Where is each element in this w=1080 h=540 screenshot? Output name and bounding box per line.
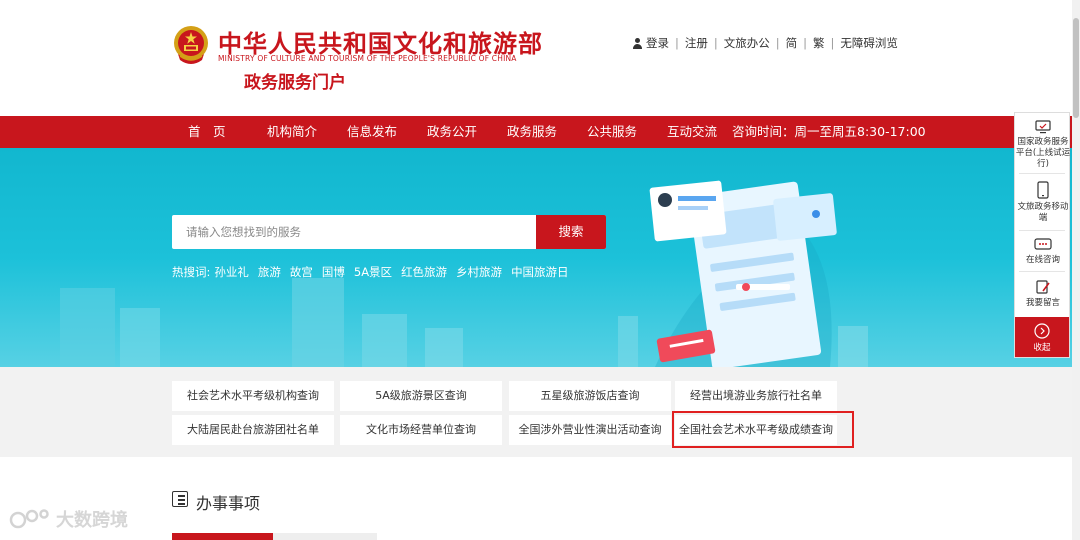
float-item-label: 在线咨询 bbox=[1025, 255, 1060, 265]
site-subtitle: MINISTRY OF CULTURE AND TOURISM OF THE P… bbox=[218, 54, 517, 63]
hot-word[interactable]: 中国旅游日 bbox=[511, 264, 569, 280]
service-hours: 咨询时间：周一至周五8:30-17:00 bbox=[732, 124, 926, 139]
watermark: 大数跨境 bbox=[8, 506, 128, 532]
quick-link-culture-market[interactable]: 文化市场经营单位查询 bbox=[340, 415, 502, 445]
separator: | bbox=[830, 36, 835, 50]
hot-word[interactable]: 乡村旅游 bbox=[456, 264, 502, 280]
nav-item-disclosure[interactable]: 政务公开 bbox=[427, 116, 477, 148]
nav-item-home[interactable]: 首 页 bbox=[188, 116, 226, 148]
float-item-consult[interactable]: 在线咨询 bbox=[1015, 238, 1071, 266]
float-item-label: 我要留言 bbox=[1025, 298, 1060, 308]
float-item-mobile[interactable]: 文旅政务移动端 bbox=[1015, 181, 1071, 224]
separator: | bbox=[713, 36, 718, 50]
watermark-text: 大数跨境 bbox=[56, 510, 128, 531]
quick-link-art-exam-results[interactable]: 全国社会艺术水平考级成绩查询 bbox=[675, 415, 837, 445]
chevron-right-icon bbox=[1034, 323, 1050, 339]
divider bbox=[1019, 271, 1065, 272]
register-link[interactable]: 注册 bbox=[685, 35, 708, 51]
login-link[interactable]: 登录 bbox=[646, 35, 669, 51]
chat-icon bbox=[1034, 238, 1052, 250]
quick-link-art-exam-org[interactable]: 社会艺术水平考级机构查询 bbox=[172, 381, 334, 411]
nav-item-services[interactable]: 政务服务 bbox=[507, 116, 557, 148]
nav-item-about[interactable]: 机构简介 bbox=[267, 116, 317, 148]
quick-link-taiwan-tour[interactable]: 大陆居民赴台旅游团社名单 bbox=[172, 415, 334, 445]
quick-link-5a-scenic[interactable]: 5A级旅游景区查询 bbox=[340, 381, 502, 411]
hot-word[interactable]: 孙业礼 bbox=[214, 264, 249, 280]
hot-words: 热搜词: 孙业礼 旅游 故宫 国博 5A景区 红色旅游 乡村旅游 中国旅游日 bbox=[172, 264, 578, 280]
main-nav: 首 页 机构简介 信息发布 政务公开 政务服务 公共服务 互动交流 咨询时间：周… bbox=[0, 116, 1080, 148]
collapse-label: 收起 bbox=[1033, 343, 1051, 353]
tab-inactive[interactable] bbox=[273, 533, 377, 540]
section-title: 办事事项 bbox=[196, 494, 261, 513]
quick-link-outbound-agency[interactable]: 经营出境游业务旅行社名单 bbox=[675, 381, 837, 411]
watermark-logo-icon bbox=[9, 509, 49, 529]
search-input[interactable] bbox=[172, 215, 536, 249]
simplified-link[interactable]: 简 bbox=[786, 35, 798, 51]
page: 中华人民共和国文化和旅游部 MINISTRY OF CULTURE AND TO… bbox=[0, 0, 1080, 540]
message-icon bbox=[1036, 280, 1050, 294]
divider bbox=[1019, 173, 1065, 174]
float-item-label: 文旅政务移动端 bbox=[1017, 202, 1069, 223]
hot-word[interactable]: 红色旅游 bbox=[401, 264, 447, 280]
nav-item-interaction[interactable]: 互动交流 bbox=[667, 116, 717, 148]
separator: | bbox=[675, 36, 679, 50]
quick-link-foreign-performance[interactable]: 全国涉外营业性演出活动查询 bbox=[509, 415, 671, 445]
hot-word[interactable]: 5A景区 bbox=[354, 264, 392, 280]
hot-words-label: 热搜词: bbox=[172, 265, 211, 279]
monitor-icon bbox=[1035, 120, 1051, 134]
national-emblem-icon bbox=[174, 26, 208, 64]
quick-link-5star-hotel[interactable]: 五星级旅游饭店查询 bbox=[509, 381, 671, 411]
float-item-message[interactable]: 我要留言 bbox=[1015, 279, 1071, 309]
search-box: 搜索 bbox=[172, 215, 606, 249]
divider bbox=[1019, 230, 1065, 231]
hot-word[interactable]: 旅游 bbox=[258, 264, 281, 280]
city-illustration bbox=[60, 180, 868, 367]
floating-sidebar: 国家政务服务平台(上线试运行) 文旅政务移动端 在线咨询 我要留言 收起 bbox=[1014, 112, 1070, 358]
separator: | bbox=[775, 36, 780, 50]
scrollbar[interactable] bbox=[1072, 0, 1080, 540]
user-icon bbox=[632, 37, 643, 49]
site-header: 中华人民共和国文化和旅游部 MINISTRY OF CULTURE AND TO… bbox=[0, 0, 1080, 116]
office-link[interactable]: 文旅办公 bbox=[724, 35, 770, 51]
traditional-link[interactable]: 繁 bbox=[813, 35, 825, 51]
collapse-button[interactable]: 收起 bbox=[1015, 317, 1069, 357]
hot-word[interactable]: 国博 bbox=[322, 264, 345, 280]
phone-icon bbox=[1037, 181, 1049, 199]
tab-active[interactable] bbox=[172, 533, 273, 540]
separator: | bbox=[803, 36, 807, 50]
nav-item-news[interactable]: 信息发布 bbox=[347, 116, 397, 148]
float-item-label: 国家政务服务平台(上线试运行) bbox=[1015, 137, 1071, 169]
scrollbar-thumb[interactable] bbox=[1073, 18, 1079, 118]
list-icon bbox=[172, 491, 188, 507]
hot-word[interactable]: 故宫 bbox=[290, 264, 313, 280]
search-button[interactable]: 搜索 bbox=[536, 215, 606, 249]
float-item-gov-platform[interactable]: 国家政务服务平台(上线试运行) bbox=[1015, 120, 1071, 170]
portal-title: 政务服务门户 bbox=[244, 73, 346, 93]
accessible-link[interactable]: 无障碍浏览 bbox=[840, 35, 898, 51]
nav-item-public[interactable]: 公共服务 bbox=[587, 116, 637, 148]
top-links: 登录 | 注册 | 文旅办公 | 简 | 繁 | 无障碍浏览 bbox=[632, 35, 898, 51]
banner: 搜索 热搜词: 孙业礼 旅游 故宫 国博 5A景区 红色旅游 乡村旅游 中国旅游… bbox=[0, 148, 1080, 367]
